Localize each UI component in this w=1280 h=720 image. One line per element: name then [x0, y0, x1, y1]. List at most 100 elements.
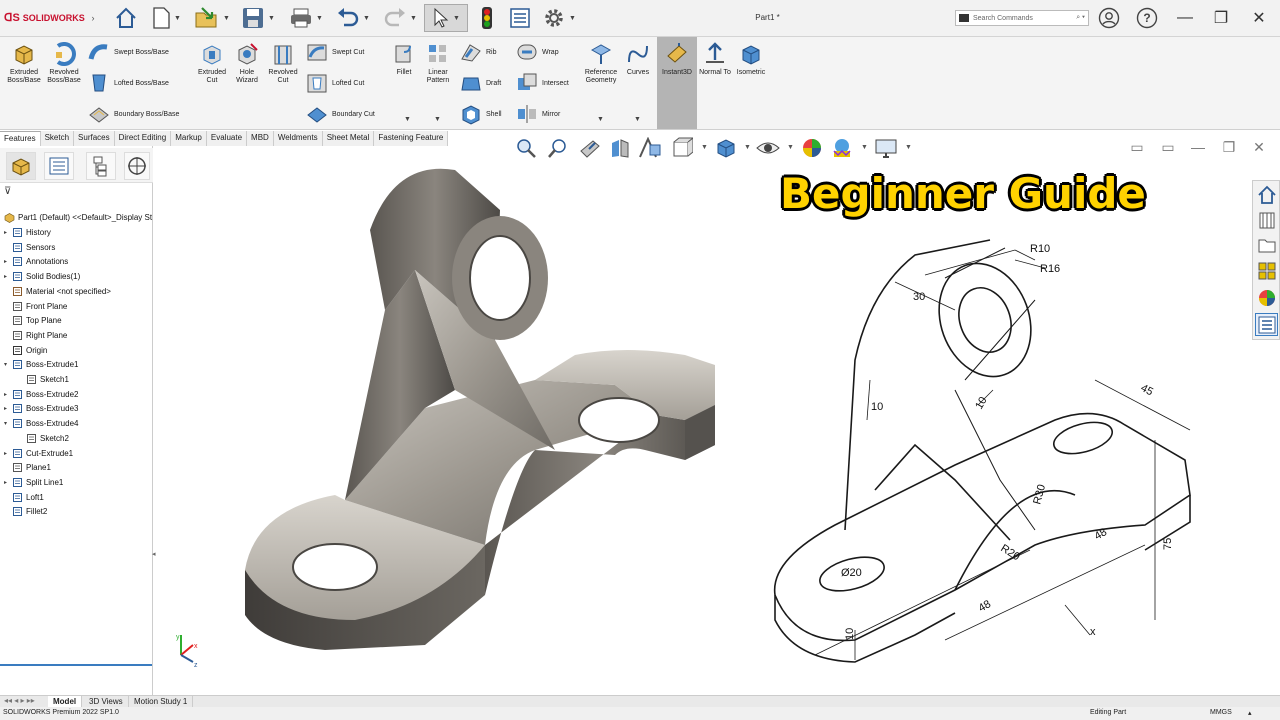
rib-button[interactable]: Rib [460, 41, 497, 63]
tree-item[interactable]: ▸ History [4, 226, 51, 239]
design-library-tab[interactable] [1255, 208, 1278, 231]
collapsed-arrow-icon[interactable]: ▸ [4, 229, 12, 236]
solidworks-resources-tab[interactable] [1255, 183, 1278, 206]
extruded-cut-button[interactable]: Extruded Cut [194, 42, 230, 85]
tree-item[interactable]: ▸ Split Line1 [4, 476, 63, 489]
tab-fastening-feature[interactable]: Fastening Feature [374, 131, 449, 146]
swept-boss-button[interactable]: Swept Boss/Base [88, 41, 169, 63]
tree-item[interactable]: ▾ Boss-Extrude4 [4, 417, 78, 430]
undo-button[interactable]: ▼ [332, 4, 374, 32]
tab-direct-editing[interactable]: Direct Editing [114, 131, 172, 146]
collapsed-arrow-icon[interactable]: ▸ [4, 405, 12, 412]
fillet-dropdown-icon[interactable]: ▼ [404, 116, 411, 123]
tree-item[interactable]: Top Plane [4, 314, 62, 327]
redo-button[interactable]: ▼ [380, 4, 420, 32]
tree-item[interactable]: ▾ Boss-Extrude1 [4, 358, 78, 371]
tree-item[interactable]: ▸ Annotations [4, 255, 68, 268]
tree-item[interactable]: Fillet2 [4, 505, 47, 518]
tree-item[interactable]: Sketch1 [18, 373, 69, 386]
close-button[interactable]: ✕ [1246, 6, 1272, 30]
collapsed-arrow-icon[interactable]: ▸ [4, 479, 12, 486]
normal-to-button[interactable]: Normal To [698, 42, 732, 77]
linear-pattern-button[interactable]: Linear Pattern [420, 42, 456, 85]
tab-weldments[interactable]: Weldments [273, 131, 323, 146]
feature-manager-tab[interactable] [6, 152, 36, 180]
search-icon[interactable]: ⌕ ▾ [1076, 14, 1085, 22]
solidworks-logo[interactable]: ᗡS SOLIDWORKS [4, 11, 85, 24]
view-triad[interactable]: y x z [176, 634, 198, 669]
extruded-boss-button[interactable]: Extruded Boss/Base [4, 42, 44, 85]
collapsed-arrow-icon[interactable]: ▸ [4, 450, 12, 457]
tab-scroll-arrows-icon[interactable]: ◂◂ ◂ ▸ ▸▸ [4, 696, 35, 705]
tree-item[interactable]: ▸ Solid Bodies(1) [4, 270, 80, 283]
help-button[interactable]: ? [1134, 6, 1160, 30]
custom-properties-tab[interactable] [1255, 313, 1278, 336]
tab-markup[interactable]: Markup [171, 131, 207, 146]
collapsed-arrow-icon[interactable]: ▸ [4, 391, 12, 398]
unit-system[interactable]: MMGS [1210, 709, 1232, 716]
tree-item[interactable]: Sensors [4, 241, 55, 254]
home-button[interactable] [112, 4, 140, 32]
file-explorer-tab[interactable] [1255, 233, 1278, 256]
tree-item[interactable]: Front Plane [4, 300, 67, 313]
revolved-cut-button[interactable]: Revolved Cut [264, 42, 302, 85]
tab-evaluate[interactable]: Evaluate [206, 131, 248, 146]
lofted-cut-button[interactable]: Lofted Cut [306, 72, 364, 94]
curves-dropdown-icon[interactable]: ▼ [634, 116, 641, 123]
dimxpert-manager-tab[interactable] [124, 152, 150, 180]
expanded-arrow-icon[interactable]: ▾ [4, 420, 12, 427]
tree-item[interactable]: Loft1 [4, 491, 44, 504]
reference-geometry-button[interactable]: Reference Geometry [582, 42, 620, 85]
tree-item[interactable]: ▸ Cut-Extrude1 [4, 447, 73, 460]
revolved-boss-button[interactable]: Revolved Boss/Base [44, 42, 84, 85]
tab-mbd[interactable]: MBD [247, 131, 274, 146]
tab-sheet-metal[interactable]: Sheet Metal [322, 131, 375, 146]
appearances-tab[interactable] [1255, 286, 1278, 309]
tree-item[interactable]: ▸ Boss-Extrude3 [4, 402, 78, 415]
print-button[interactable]: ▼ [286, 4, 326, 32]
shell-button[interactable]: Shell [460, 103, 502, 125]
tree-item[interactable]: Material <not specified> [4, 285, 111, 298]
collapsed-arrow-icon[interactable]: ▸ [4, 258, 12, 265]
pattern-dropdown-icon[interactable]: ▼ [434, 116, 441, 123]
curves-button[interactable]: Curves [622, 42, 654, 77]
tree-item[interactable]: Plane1 [4, 461, 51, 474]
user-account-button[interactable] [1096, 6, 1122, 30]
tab-sketch[interactable]: Sketch [40, 131, 75, 146]
file-properties-button[interactable] [506, 4, 534, 32]
open-button[interactable]: ▼ [190, 4, 234, 32]
wrap-button[interactable]: Wrap [516, 41, 559, 63]
filter-icon[interactable]: ⊽ [4, 186, 11, 197]
menu-arrow-icon[interactable]: › [88, 4, 98, 32]
search-commands-input[interactable]: Search Commands ⌕ ▾ [955, 10, 1089, 26]
mirror-button[interactable]: Mirror [516, 103, 560, 125]
property-manager-tab[interactable] [44, 152, 74, 180]
collapsed-arrow-icon[interactable]: ▸ [4, 273, 12, 280]
tab-surfaces[interactable]: Surfaces [74, 131, 115, 146]
swept-cut-button[interactable]: Swept Cut [306, 41, 364, 63]
tree-item[interactable]: Origin [4, 344, 47, 357]
new-button[interactable]: ▼ [146, 4, 186, 32]
expanded-arrow-icon[interactable]: ▾ [4, 361, 12, 368]
rollback-bar[interactable] [0, 664, 152, 666]
tree-item[interactable]: ▸ Boss-Extrude2 [4, 388, 78, 401]
ref-geometry-dropdown-icon[interactable]: ▼ [597, 116, 604, 123]
lofted-boss-button[interactable]: Lofted Boss/Base [88, 72, 169, 94]
graphics-area[interactable]: y x z R10 R16 30 10 10 45 R30 R20 48 75 … [155, 150, 1280, 695]
hole-wizard-button[interactable]: Hole Wizard [230, 42, 264, 85]
boundary-boss-button[interactable]: Boundary Boss/Base [88, 103, 179, 125]
rebuild-button[interactable] [474, 4, 500, 32]
fillet-button[interactable]: Fillet [390, 42, 418, 77]
draft-button[interactable]: Draft [460, 72, 501, 94]
boundary-cut-button[interactable]: Boundary Cut [306, 103, 375, 125]
tab-features[interactable]: Features [0, 131, 41, 146]
options-button[interactable]: ▼ [538, 4, 580, 32]
tree-item[interactable]: Right Plane [4, 329, 67, 342]
save-button[interactable]: ▼ [238, 4, 278, 32]
tree-root-part[interactable]: Part1 (Default) <<Default>_Display St [4, 211, 152, 224]
intersect-button[interactable]: Intersect [516, 72, 569, 94]
status-options-icon[interactable]: ▴ [1248, 709, 1252, 717]
isometric-button[interactable]: Isometric [734, 42, 768, 77]
part-3d-model[interactable] [245, 168, 715, 650]
tree-item[interactable]: Sketch2 [18, 432, 69, 445]
